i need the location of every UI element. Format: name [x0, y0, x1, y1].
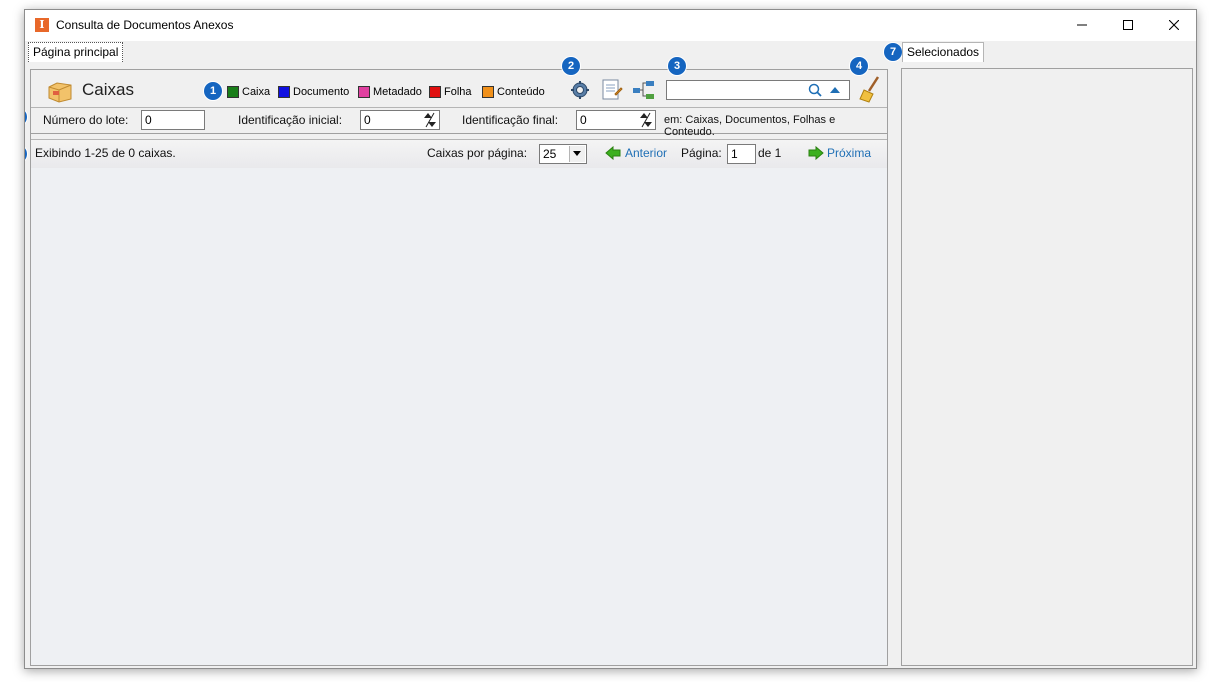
id-inicial-stepper[interactable]: 0: [360, 110, 440, 130]
minimize-button[interactable]: [1059, 10, 1105, 41]
callout-badge-7: 7: [884, 43, 902, 61]
callout-badge-1: 1: [204, 82, 222, 100]
spin-arrows-icon[interactable]: [637, 111, 655, 129]
previous-page-link[interactable]: Anterior: [625, 146, 667, 160]
maximize-icon: [1123, 20, 1133, 30]
callout-badge-5: 5: [25, 108, 27, 126]
header-toolbar: Caixas 1 Caixa Documento Metadado Folha: [31, 57, 887, 108]
dropdown-button[interactable]: [569, 146, 585, 162]
id-final-stepper[interactable]: 0: [576, 110, 656, 130]
tab-selecionados[interactable]: Selecionados: [902, 42, 985, 62]
lote-label: Número do lote:: [43, 113, 129, 127]
minimize-icon: [1077, 24, 1087, 26]
search-input[interactable]: [666, 80, 850, 100]
window-title: Consulta de Documentos Anexos: [56, 18, 234, 32]
results-list: 6 Exibindo 1-25 de 0 caixas. Caixas por …: [25, 139, 887, 665]
id-final-label: Identificação final:: [462, 113, 559, 127]
client-area: Página principal 7 Selecionados Caixas 1…: [25, 41, 1196, 668]
legend-label: Caixa: [242, 86, 271, 98]
metadado-swatch: [358, 86, 370, 98]
search-icon[interactable]: [808, 83, 822, 97]
arrow-right-icon[interactable]: [808, 146, 824, 160]
main-panel: Caixas 1 Caixa Documento Metadado Folha: [25, 57, 888, 666]
legend-label: Documento: [293, 86, 350, 98]
callout-badge-4: 4: [850, 57, 868, 75]
callout-badge-3: 3: [668, 57, 686, 75]
callout-badge-2: 2: [562, 57, 580, 75]
id-inicial-label: Identificação inicial:: [238, 113, 343, 127]
conteudo-swatch: [482, 86, 494, 98]
caret-up-icon[interactable]: [830, 86, 840, 94]
settings-gear-icon[interactable]: [570, 80, 590, 100]
id-inicial-value: 0: [364, 113, 371, 127]
legend-conteudo: Conteúdo: [482, 85, 545, 99]
tab-pagina-principal[interactable]: Página principal: [28, 42, 124, 62]
folha-swatch: [429, 86, 441, 98]
filter-bar: 5 Número do lote: 0 Identificação inicia…: [25, 108, 887, 138]
maximize-button[interactable]: [1105, 10, 1151, 41]
arrow-left-icon[interactable]: [605, 146, 621, 160]
legend-documento: Documento: [278, 85, 349, 99]
per-page-select[interactable]: 25: [539, 144, 587, 164]
page-number-input[interactable]: 1: [727, 144, 756, 164]
next-page-link[interactable]: Próxima: [827, 146, 871, 160]
report-edit-icon[interactable]: [601, 78, 623, 102]
legend-label: Folha: [444, 86, 472, 98]
legend-folha: Folha: [429, 85, 472, 99]
page-label: Página:: [681, 146, 722, 160]
close-button[interactable]: [1151, 10, 1196, 41]
scope-note: em: Caixas, Documentos, Folhas e Conteud…: [664, 114, 836, 138]
app-logo-icon: I: [35, 18, 49, 32]
page-total: de 1: [758, 146, 782, 160]
id-final-value: 0: [580, 113, 587, 127]
callout-badge-6: 6: [25, 145, 27, 163]
caixa-swatch: [227, 86, 239, 98]
per-page-label: Caixas por página:: [427, 146, 528, 160]
per-page-value: 25: [543, 147, 557, 161]
spin-arrows-icon[interactable]: [421, 111, 439, 129]
results-status: Exibindo 1-25 de 0 caixas.: [35, 146, 176, 160]
legend-metadado: Metadado: [358, 85, 422, 99]
box-folder-icon: [48, 82, 72, 103]
page-title: Caixas: [82, 80, 134, 99]
legend-label: Conteúdo: [497, 86, 545, 98]
broom-clear-icon[interactable]: [858, 75, 884, 103]
documento-swatch: [278, 86, 290, 98]
title-bar[interactable]: I Consulta de Documentos Anexos: [25, 10, 1196, 41]
main-window: I Consulta de Documentos Anexos Página p…: [24, 9, 1197, 669]
lote-input[interactable]: 0: [141, 110, 205, 130]
legend-caixa: Caixa: [227, 85, 270, 99]
legend-label: Metadado: [373, 86, 422, 98]
chevron-down-icon: [573, 151, 581, 156]
pagination-bar: 6 Exibindo 1-25 de 0 caixas. Caixas por …: [25, 140, 887, 168]
tree-structure-icon[interactable]: [632, 80, 656, 100]
selected-items-panel: [901, 68, 1193, 666]
close-icon: [1169, 20, 1179, 30]
